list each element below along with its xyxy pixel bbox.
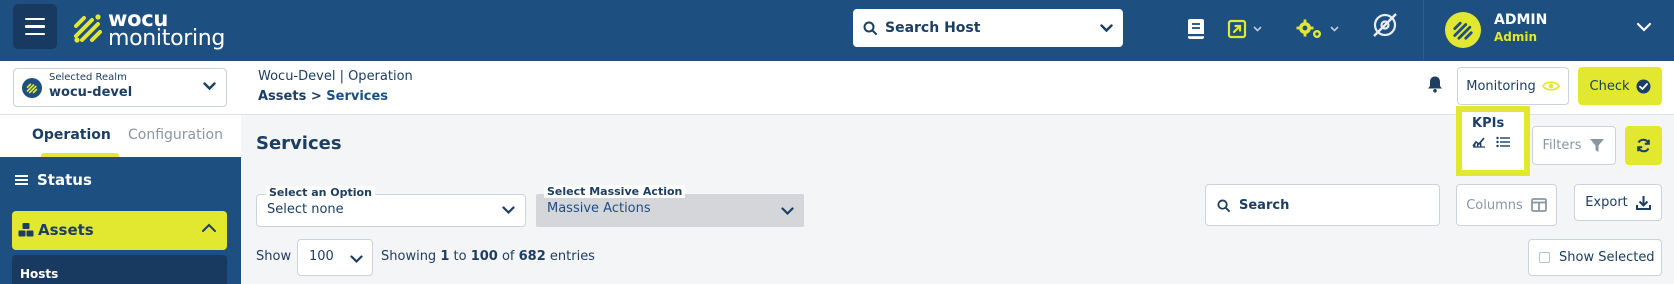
search-icon [863, 21, 877, 35]
massive-action-value: Massive Actions [547, 201, 651, 216]
sidebar-menu: Status Assets Hosts [0, 157, 241, 284]
chevron-down-icon [502, 206, 515, 215]
search-icon [1217, 198, 1230, 212]
brand-wordmark: wocu monitoring [108, 7, 226, 51]
eye-off-icon [1373, 13, 1397, 37]
chevron-down-icon [1253, 26, 1262, 32]
cubes-icon [18, 223, 34, 237]
book-icon [1188, 19, 1204, 39]
page-title: Services [256, 133, 342, 154]
external-link-menu[interactable] [1227, 17, 1262, 41]
gears-icon [1296, 19, 1321, 38]
search-input[interactable]: Search [1205, 184, 1440, 226]
page-size-select[interactable]: 100 [297, 239, 373, 276]
sidebar-item-hosts[interactable]: Hosts [12, 255, 227, 284]
refresh-button[interactable] [1625, 126, 1662, 165]
columns-icon [1530, 198, 1547, 212]
list-icon [1496, 136, 1510, 148]
chevron-down-icon [203, 82, 216, 91]
show-entries-label: Show [256, 249, 292, 264]
search-host-select[interactable]: Search Host [853, 9, 1123, 47]
monitoring-button[interactable]: Monitoring [1457, 67, 1569, 105]
breadcrumb-assets[interactable]: Assets [258, 89, 306, 104]
chevron-down-icon [781, 207, 794, 216]
select-option-value: Select none [267, 202, 344, 217]
entries-info: Showing 1 to 100 of 682 entries [381, 249, 595, 264]
breadcrumb: Assets > Services [258, 89, 389, 104]
disable-notifications-button[interactable] [1370, 13, 1400, 37]
settings-menu[interactable] [1296, 17, 1339, 41]
top-navbar: wocu monitoring Search Host ADMIN Admin [0, 0, 1674, 61]
chevron-up-icon [202, 223, 216, 232]
chevron-down-icon [1330, 26, 1339, 32]
export-button[interactable]: Export [1574, 184, 1662, 221]
realm-value: wocu-devel [49, 85, 133, 100]
breadcrumb-context: Wocu-Devel | Operation [258, 69, 413, 84]
chart-line-icon [1472, 137, 1485, 148]
wocu-logo-icon [74, 14, 102, 43]
sidebar-item-assets[interactable]: Assets [12, 211, 227, 250]
page-size-value: 100 [309, 249, 334, 264]
realm-icon [22, 78, 42, 98]
sidebar-item-label: Hosts [20, 267, 59, 281]
sidebar-tabs: Operation Configuration [0, 115, 241, 158]
chevron-down-icon [1100, 23, 1113, 32]
kpis-toggle[interactable]: KPIs [1456, 106, 1530, 176]
hamburger-icon [25, 17, 45, 21]
columns-button[interactable]: Columns [1456, 184, 1557, 226]
book-button[interactable] [1187, 17, 1205, 41]
chevron-down-icon [350, 255, 363, 264]
user-role: Admin [1494, 30, 1538, 44]
realm-label: Selected Realm [49, 72, 127, 83]
realm-select[interactable]: Selected Realm wocu-devel [13, 68, 227, 107]
wocu-logo-icon [1453, 21, 1473, 40]
massive-action-label: Select Massive Action [544, 185, 686, 198]
refresh-icon [1637, 138, 1650, 153]
chevron-down-icon [1636, 22, 1652, 32]
context-bar: Selected Realm wocu-devel Wocu-Devel | O… [0, 61, 1674, 115]
bell-icon[interactable] [1427, 75, 1443, 93]
sidebar: Operation Configuration Status Assets Ho… [0, 115, 241, 284]
sidebar-item-label: Status [37, 171, 92, 189]
check-circle-icon [1636, 79, 1650, 93]
filter-icon [1590, 139, 1605, 152]
list-icon [15, 175, 28, 185]
filters-button[interactable]: Filters [1532, 126, 1616, 165]
kpis-label: KPIs [1472, 116, 1505, 131]
sidebar-item-status[interactable]: Status [15, 171, 92, 189]
brand-logo[interactable]: wocu monitoring [72, 8, 232, 50]
avatar [1445, 12, 1481, 48]
select-option-dropdown[interactable]: Select an Option Select none [256, 186, 526, 227]
menu-toggle-button[interactable] [13, 4, 57, 49]
show-selected-checkbox[interactable] [1539, 252, 1550, 263]
external-link-icon [1227, 19, 1247, 39]
tab-operation[interactable]: Operation [32, 127, 111, 143]
check-button[interactable]: Check [1578, 67, 1662, 105]
select-option-label: Select an Option [266, 186, 375, 199]
eye-icon [1541, 81, 1560, 91]
show-selected-toggle[interactable]: Show Selected [1528, 239, 1662, 276]
search-host-label: Search Host [885, 20, 981, 36]
user-name: ADMIN [1494, 12, 1548, 28]
massive-action-dropdown[interactable]: Select Massive Action Massive Actions [536, 185, 804, 227]
tab-configuration[interactable]: Configuration [128, 127, 223, 143]
sidebar-item-label: Assets [38, 221, 94, 239]
breadcrumb-services: Services [326, 89, 389, 104]
download-icon [1635, 196, 1651, 210]
user-menu[interactable]: ADMIN Admin [1423, 0, 1674, 61]
